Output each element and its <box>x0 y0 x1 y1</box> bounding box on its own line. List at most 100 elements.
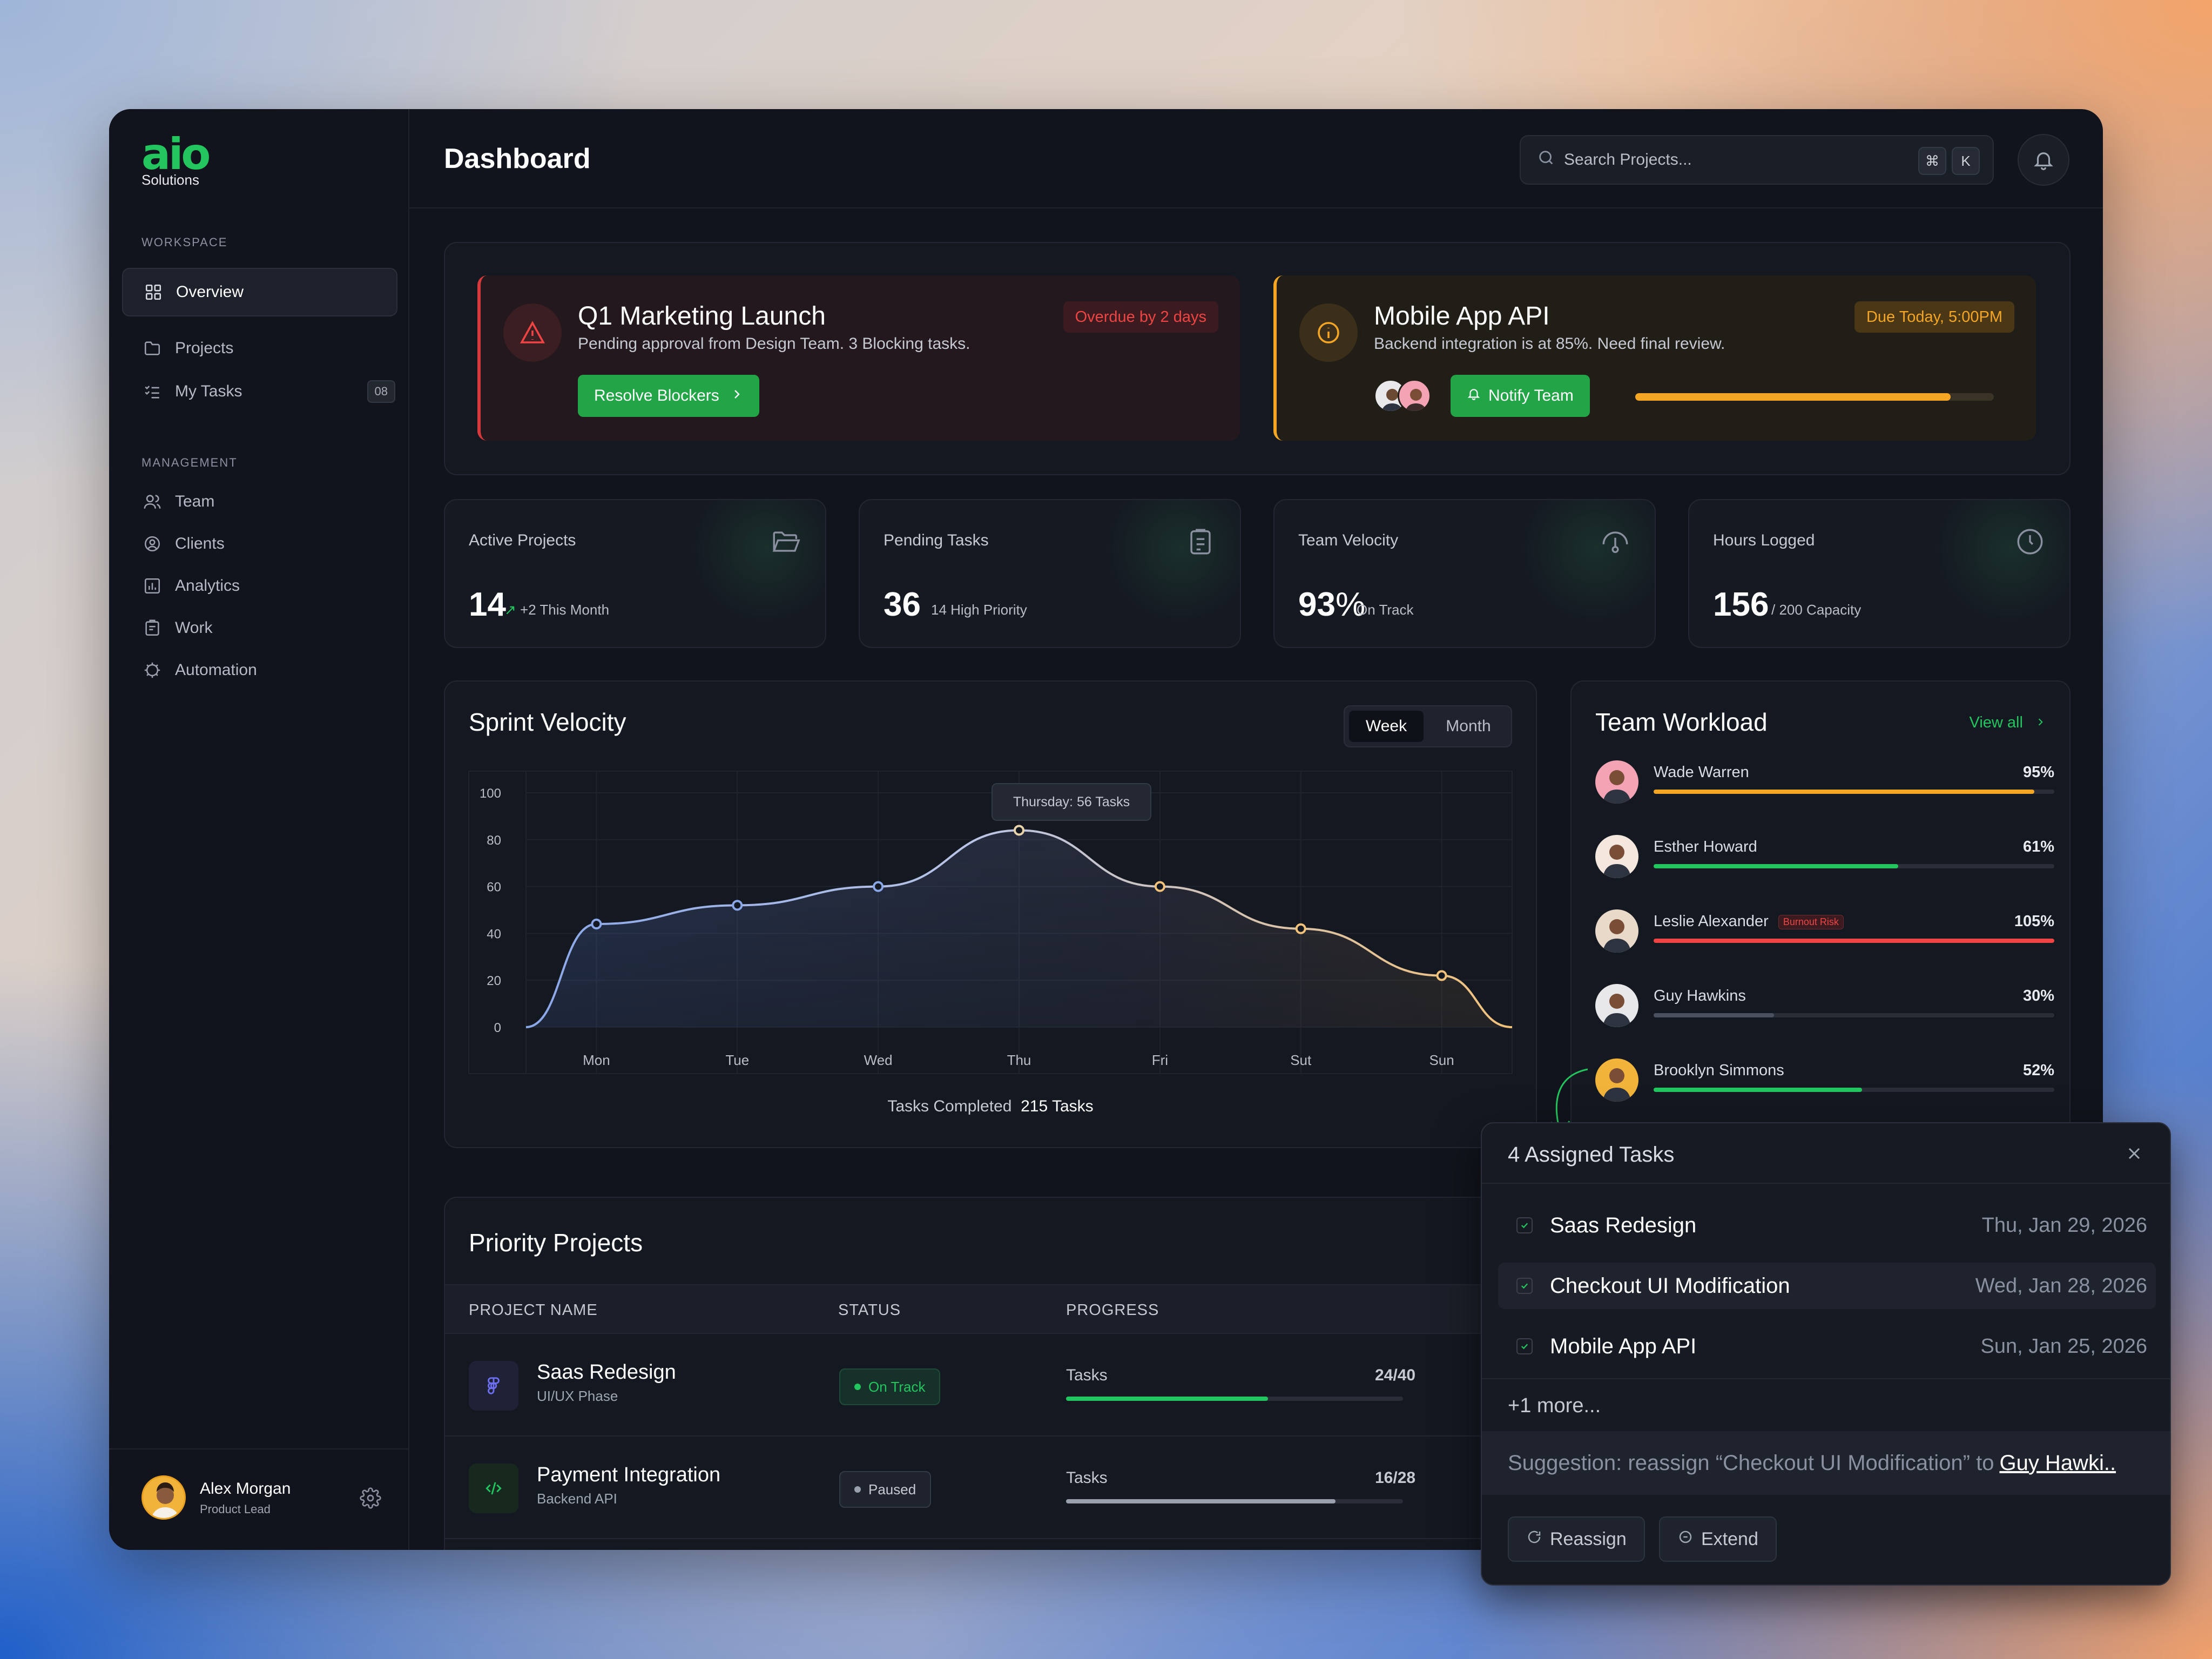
extend-button[interactable]: Extend <box>1659 1516 1777 1562</box>
clipboard-icon <box>143 618 162 638</box>
folder-icon <box>143 339 162 358</box>
data-point[interactable] <box>1014 825 1024 836</box>
sidebar-item-overview[interactable]: Overview <box>122 268 397 316</box>
grid-icon <box>144 282 163 302</box>
alert-title: Mobile App API <box>1374 302 1550 331</box>
check-icon[interactable] <box>1516 1278 1533 1294</box>
sprint-velocity-panel: Sprint Velocity Week Month 0 20 40 60 80 100 M… <box>444 680 1537 1148</box>
check-icon[interactable] <box>1516 1338 1533 1354</box>
chevron-right-icon <box>2035 714 2046 731</box>
suggestion-text: Suggestion: reassign “Checkout UI Modifi… <box>1508 1451 1994 1475</box>
alert-description: Pending approval from Design Team. 3 Blo… <box>578 335 970 353</box>
member-name: Esther Howard <box>1654 838 1757 855</box>
settings-gear-icon[interactable] <box>360 1487 381 1512</box>
workload-fill <box>1654 1013 1774 1017</box>
stat-label: Active Projects <box>469 531 576 549</box>
sidebar-item-my-tasks[interactable]: My Tasks 08 <box>122 367 397 416</box>
resolve-blockers-button[interactable]: Resolve Blockers <box>578 375 759 417</box>
workload-fill <box>1654 1088 1862 1092</box>
stat-label: Hours Logged <box>1713 531 1815 549</box>
ai-gear-icon <box>143 660 162 680</box>
workload-row[interactable]: Brooklyn Simmons 52% <box>1595 1055 2054 1120</box>
stat-subtext: ↗ +2 This Month <box>504 602 610 618</box>
sidebar-item-projects[interactable]: Projects <box>122 324 397 373</box>
y-tick-label: 60 <box>487 880 501 895</box>
workload-track <box>1654 1013 2054 1017</box>
alert-card-overdue: Q1 Marketing Launch Pending approval fro… <box>477 275 1240 441</box>
view-all-link[interactable]: View all <box>1970 714 2046 732</box>
workload-track <box>1654 790 2054 794</box>
sidebar-item-clients[interactable]: Clients <box>122 520 397 568</box>
data-point[interactable] <box>873 881 884 892</box>
status-badge: On Track <box>839 1368 941 1405</box>
popup-title: 4 Assigned Tasks <box>1508 1143 1675 1166</box>
task-date: Thu, Jan 29, 2026 <box>1981 1213 2147 1237</box>
chevron-right-icon <box>730 387 743 405</box>
workload-row[interactable]: Guy Hawkins 30% <box>1595 981 2054 1046</box>
sidebar-item-team[interactable]: Team <box>122 477 397 526</box>
member-percentage: 61% <box>2022 838 2054 855</box>
bar-chart-icon <box>143 576 162 596</box>
brand-logo[interactable]: aio Solutions <box>141 133 211 188</box>
workload-fill <box>1654 939 2054 943</box>
assigned-task-item[interactable]: Saas Redesign Thu, Jan 29, 2026 <box>1498 1202 2156 1249</box>
check-icon[interactable] <box>1516 1217 1533 1233</box>
api-progress-fill <box>1635 393 1951 401</box>
info-icon <box>1299 304 1358 362</box>
folder-open-icon <box>770 526 801 560</box>
member-name: Brooklyn Simmons <box>1654 1062 1784 1079</box>
notification-bell-icon[interactable] <box>2018 134 2069 186</box>
progress-fill <box>1066 1397 1269 1401</box>
avatar <box>141 1475 186 1520</box>
data-point[interactable] <box>591 919 602 930</box>
column-header: PROGRESS <box>1066 1301 1159 1319</box>
avatar <box>1595 760 1638 804</box>
data-point[interactable] <box>732 900 743 911</box>
top-bar: Dashboard Search Projects... ⌘ K <box>409 109 2103 208</box>
assigned-task-item[interactable]: Mobile App API Sun, Jan 25, 2026 <box>1498 1323 2156 1370</box>
workspace-section-label: WORKSPACE <box>141 235 228 249</box>
task-name: Mobile App API <box>1550 1334 1697 1358</box>
y-tick-label: 80 <box>487 833 501 848</box>
stat-card-team-velocity: Team Velocity 93% On Track <box>1273 499 1656 648</box>
member-percentage: 95% <box>2022 764 2054 781</box>
data-point[interactable] <box>1436 970 1447 981</box>
project-phase: Backend API <box>537 1491 617 1507</box>
search-placeholder: Search Projects... <box>1564 151 1692 168</box>
footer-value: 215 Tasks <box>1021 1097 1094 1115</box>
reassign-button[interactable]: Reassign <box>1508 1516 1645 1562</box>
sidebar: aio Solutions WORKSPACE Overview Project… <box>109 109 409 1550</box>
user-profile[interactable]: Alex Morgan Product Lead <box>109 1448 409 1550</box>
team-workload-panel: Team Workload View all Wade Warren 95% Est… <box>1570 680 2071 1148</box>
project-name: Payment Integration <box>537 1464 721 1486</box>
checklist-icon <box>143 382 162 401</box>
more-tasks-link[interactable]: +1 more... <box>1508 1394 1601 1418</box>
workload-row[interactable]: Esther Howard 61% <box>1595 832 2054 896</box>
notify-team-button[interactable]: Notify Team <box>1451 375 1590 417</box>
sidebar-item-label: Automation <box>175 661 257 679</box>
search-input[interactable]: Search Projects... ⌘ K <box>1520 135 1994 185</box>
sidebar-item-analytics[interactable]: Analytics <box>122 562 397 610</box>
sidebar-item-automation[interactable]: Automation <box>122 646 397 694</box>
sidebar-item-work[interactable]: Work <box>122 604 397 652</box>
suggestion-banner: Suggestion: reassign “Checkout UI Modifi… <box>1482 1431 2170 1495</box>
workload-row[interactable]: Leslie Alexander Burnout Risk 105% <box>1595 906 2054 971</box>
tasks-label: Tasks <box>1066 1469 1108 1487</box>
chart-footer: Tasks Completed 215 Tasks <box>445 1097 1536 1116</box>
workload-row[interactable]: Wade Warren 95% <box>1595 757 2054 822</box>
task-count-badge: 08 <box>367 380 395 403</box>
x-tick-label: Sut <box>1290 1052 1312 1068</box>
column-header: PROJECT NAME <box>469 1301 598 1319</box>
k-key-hint: K <box>1952 147 1980 175</box>
suggested-assignee-link[interactable]: Guy Hawki.. <box>1999 1451 2116 1475</box>
progress-track <box>1066 1499 1403 1503</box>
assigned-task-item[interactable]: Checkout UI Modification Wed, Jan 28, 202… <box>1498 1263 2156 1309</box>
data-point[interactable] <box>1154 881 1165 892</box>
close-icon[interactable] <box>2125 1144 2144 1166</box>
data-point[interactable] <box>1295 923 1306 934</box>
progress-track <box>1066 1397 1403 1401</box>
logo-subtitle: Solutions <box>141 172 199 188</box>
stat-card-hours-logged: Hours Logged 156 / 200 Capacity <box>1688 499 2071 648</box>
member-percentage: 52% <box>2022 1062 2054 1079</box>
api-progress-track <box>1635 393 1994 401</box>
